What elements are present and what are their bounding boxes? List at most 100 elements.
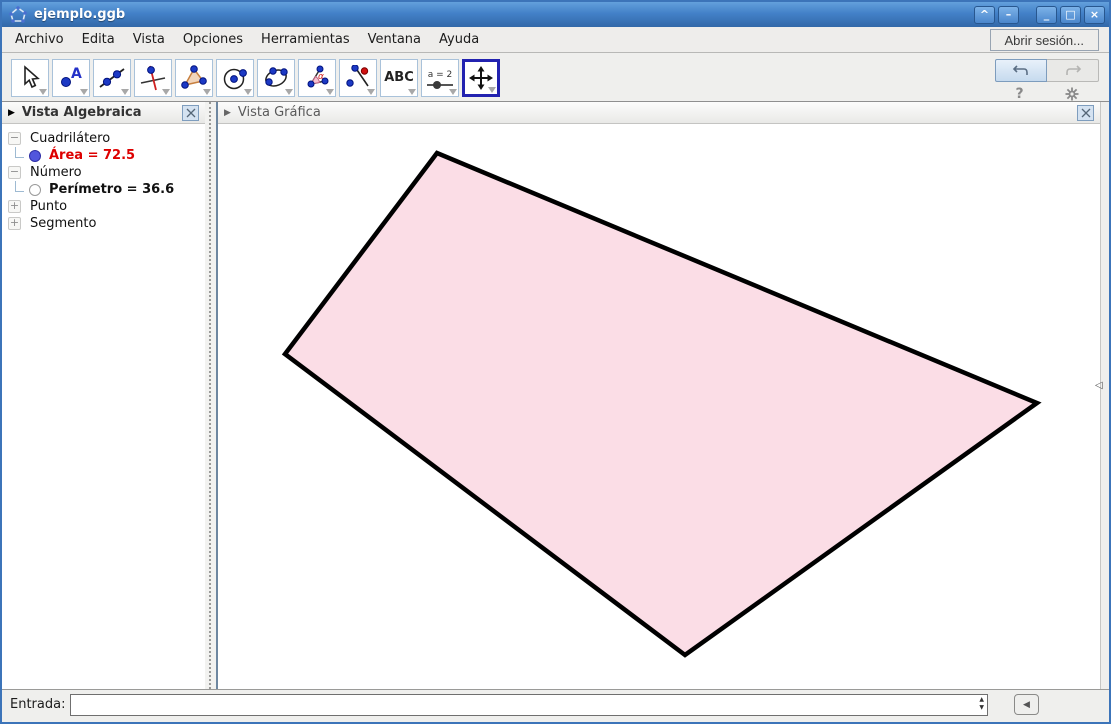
expand-toggle-icon[interactable]: + [8,217,21,230]
tree-connector [15,181,24,192]
tool-dropdown-arrow[interactable] [39,89,47,95]
algebra-view-panel: ▶ Vista Algebraica − Cuadrilátero Área =… [2,102,205,689]
spinner-down-icon[interactable]: ▼ [979,704,984,712]
menu-herramientas[interactable]: Herramientas [252,28,359,51]
slider-icon-label: a = 2 [428,70,453,80]
redo-button[interactable] [1047,59,1099,82]
slider-tool[interactable]: a = 2 [421,59,459,97]
circle-center-point-tool[interactable] [216,59,254,97]
visibility-marble-filled[interactable] [29,150,41,162]
tool-dropdown-arrow[interactable] [162,89,170,95]
tree-group-label: Segmento [30,216,96,231]
move-graphics-view-tool[interactable] [462,59,500,97]
collapse-toggle-icon[interactable]: − [8,132,21,145]
graphics-view-title: Vista Gráfica [238,105,321,120]
tool-dropdown-arrow[interactable] [285,89,293,95]
visibility-marble-empty[interactable] [29,184,41,196]
drawing-surface [218,124,1104,692]
menu-archivo[interactable]: Archivo [6,28,73,51]
tree-group-cuadrilatero[interactable]: − Cuadrilátero [2,130,205,147]
perimeter-value: Perímetro = 36.6 [49,182,174,197]
tool-dropdown-arrow[interactable] [121,89,129,95]
algebra-view-title: Vista Algebraica [22,105,142,120]
menu-ventana[interactable]: Ventana [359,28,430,51]
tool-dropdown-arrow[interactable] [244,89,252,95]
tool-dropdown-arrow[interactable] [203,89,211,95]
menubar: Archivo Edita Vista Opciones Herramienta… [2,27,1109,53]
expand-toggle-icon[interactable]: + [8,200,21,213]
close-icon [186,108,196,118]
redo-icon [1064,65,1082,77]
input-help-toggle-button[interactable]: ◀ [1014,694,1039,715]
right-panel-gutter: ◁ [1100,102,1109,689]
reflection-tool[interactable] [339,59,377,97]
command-input[interactable] [70,694,988,716]
minimize-button[interactable]: _ [1036,6,1057,24]
menu-ayuda[interactable]: Ayuda [430,28,488,51]
menu-opciones[interactable]: Opciones [174,28,252,51]
perpendicular-line-icon [140,65,166,91]
abc-text-icon: ABC [384,70,414,85]
ellipse-tool[interactable] [257,59,295,97]
perpendicular-line-tool[interactable] [134,59,172,97]
tree-connector [15,147,24,158]
lower-button[interactable]: – [998,6,1019,24]
tool-dropdown-arrow[interactable] [449,89,457,95]
undo-button[interactable] [995,59,1047,82]
tree-object-perimetro[interactable]: Perímetro = 36.6 [2,181,205,198]
point-tool[interactable]: A [52,59,90,97]
help-icon[interactable]: ? [1015,86,1023,102]
input-history-spinner[interactable]: ▲ ▼ [979,696,984,712]
tree-group-segmento[interactable]: + Segmento [2,215,205,232]
undo-redo-group [995,59,1099,82]
panel-menu-arrow-icon[interactable]: ▶ [8,108,15,118]
tree-group-numero[interactable]: − Número [2,164,205,181]
area-value: Área = 72.5 [49,148,135,163]
geogebra-logo-icon [8,6,28,24]
tree-group-label: Cuadrilátero [30,131,110,146]
menu-vista[interactable]: Vista [124,28,174,51]
tree-group-punto[interactable]: + Punto [2,198,205,215]
polygon-tool[interactable] [175,59,213,97]
tree-object-area[interactable]: Área = 72.5 [2,147,205,164]
panel-collapse-handle[interactable]: ◁ [1095,380,1103,391]
angle-icon: α [304,65,330,91]
move-cursor-icon [17,65,43,91]
point-icon: A [58,65,84,91]
tool-dropdown-arrow[interactable] [408,89,416,95]
settings-gear-icon[interactable] [1065,87,1079,101]
input-bar: Entrada: ▲ ▼ ◀ [2,689,1109,722]
tool-dropdown-arrow[interactable] [326,89,334,95]
panel-menu-arrow-icon[interactable]: ▶ [224,108,231,118]
tree-group-label: Punto [30,199,67,214]
toolbar: A [2,54,1109,102]
quadrilateral[interactable] [285,153,1037,655]
angle-tool[interactable]: α [298,59,336,97]
tool-dropdown-arrow[interactable] [367,89,375,95]
tool-dropdown-arrow[interactable] [80,89,88,95]
move-tool[interactable] [11,59,49,97]
polygon-icon [181,65,207,91]
reflection-icon [345,65,371,91]
algebra-close-button[interactable] [182,105,199,121]
menu-edita[interactable]: Edita [73,28,124,51]
left-triangle-icon: ◀ [1023,700,1030,710]
window-title: ejemplo.ggb [34,7,971,22]
text-tool[interactable]: ABC [380,59,418,97]
spinner-up-icon[interactable]: ▲ [979,696,984,704]
line-icon [99,65,125,91]
graphics-close-button[interactable] [1077,105,1094,121]
close-button[interactable]: × [1084,6,1105,24]
maximize-button[interactable]: □ [1060,6,1081,24]
login-button[interactable]: Abrir sesión... [990,29,1099,51]
graphics-canvas[interactable] [218,124,1100,689]
collapse-toggle-icon[interactable]: − [8,166,21,179]
content-area: ▶ Vista Algebraica − Cuadrilátero Área =… [2,102,1109,689]
panel-resize-divider[interactable] [205,102,218,689]
shade-button[interactable]: ^ [974,6,995,24]
ellipse-icon [263,65,289,91]
tool-dropdown-arrow[interactable] [488,87,496,93]
line-tool[interactable] [93,59,131,97]
close-icon [1081,108,1091,118]
circle-icon [222,65,248,91]
